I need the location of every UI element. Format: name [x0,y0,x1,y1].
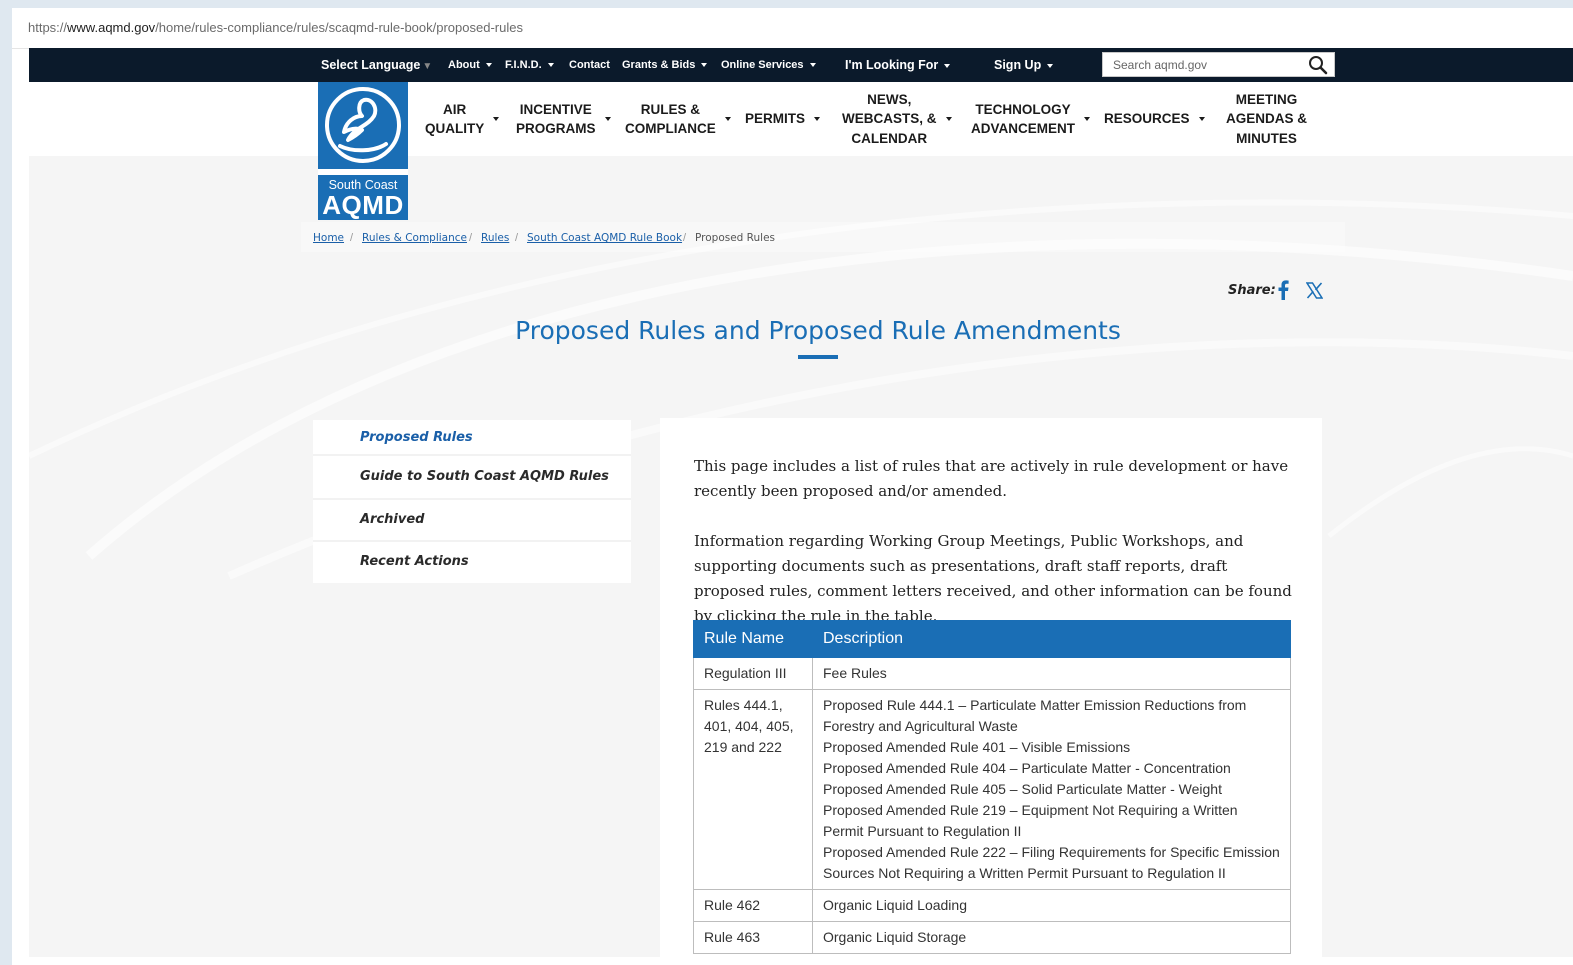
table-row[interactable]: Rule 463 Organic Liquid Storage [693,921,1291,954]
dropdown-arrow-icon: ▼ [422,61,433,72]
breadcrumb-current: Proposed Rules [695,232,776,244]
url-text[interactable]: https://www.aqmd.gov/home/rules-complian… [28,20,523,35]
nav-technology-advancement[interactable]: TECHNOLOGY ADVANCEMENT [971,82,1090,156]
select-language[interactable]: Select Language ▼ [321,48,432,82]
chevron-down-icon [547,63,554,68]
rule-name-cell[interactable]: Rules 444.1, 401, 404, 405, 219 and 222 [693,689,813,890]
topbar-find[interactable]: F.I.N.D. [505,48,554,82]
address-bar[interactable]: https://www.aqmd.gov/home/rules-complian… [12,8,1573,49]
intro-paragraph-2: Information regarding Working Group Meet… [694,532,1292,625]
chevron-down-icon [1084,117,1090,121]
logo-line2: AQMD [322,190,404,220]
chevron-down-icon [1047,63,1054,68]
breadcrumb-rules-compliance[interactable]: Rules & Compliance [362,232,467,244]
topbar-sign-up[interactable]: Sign Up [994,48,1054,82]
breadcrumb-rules[interactable]: Rules [481,232,509,244]
facebook-icon[interactable] [1276,280,1290,305]
site-logo[interactable]: South Coast AQMD [318,82,408,220]
chevron-down-icon [724,117,731,121]
nav-news-webcasts-calendar[interactable]: NEWS, WEBCASTS, & CALENDAR [842,82,952,156]
topbar-grants[interactable]: Grants & Bids [622,48,708,82]
dove-logo-icon [318,82,408,169]
chevron-down-icon [945,117,952,121]
intro-paragraph-1: This page includes a list of rules that … [694,457,1289,500]
nav-permits[interactable]: PERMITS [745,82,821,156]
sidenav-recent-actions[interactable]: Recent Actions [360,554,469,569]
chevron-down-icon [944,63,951,68]
rule-name-cell[interactable]: Regulation III [693,657,813,690]
title-underline [798,355,838,359]
chevron-down-icon [1198,117,1205,121]
nav-air-quality[interactable]: AIR QUALITY [425,82,500,156]
page-title: Proposed Rules and Proposed Rule Amendme… [515,316,1121,345]
main-panel: This page includes a list of rules that … [660,418,1322,958]
table-header-row: Rule Name Description [693,620,1291,658]
chevron-down-icon [604,117,611,121]
chevron-down-icon [701,63,708,68]
nav-rules-compliance[interactable]: RULES & COMPLIANCE [625,82,731,156]
sidenav-proposed-rules[interactable]: Proposed Rules [360,430,473,445]
chevron-down-icon [485,63,492,68]
site-search [1102,52,1335,77]
rule-name-cell[interactable]: Rule 463 [693,921,813,954]
chevron-down-icon [809,63,816,68]
header-rule-name: Rule Name [693,620,813,658]
share-label: Share: [1228,283,1276,298]
search-input[interactable] [1103,53,1313,76]
rule-name-cell[interactable]: Rule 462 [693,889,813,922]
nav-meeting-agendas-minutes[interactable]: MEETING AGENDAS & MINUTES [1226,82,1307,156]
chevron-down-icon [493,117,500,121]
search-icon[interactable] [1308,55,1328,80]
description-cell: Proposed Rule 444.1 – Particulate Matter… [812,689,1291,890]
topbar-looking-for[interactable]: I'm Looking For [845,48,951,82]
description-cell: Organic Liquid Storage [812,921,1291,954]
table-row[interactable]: Rule 462 Organic Liquid Loading [693,889,1291,922]
header-description: Description [812,620,1291,658]
topbar-contact[interactable]: Contact [569,48,610,82]
chevron-down-icon [814,117,821,121]
table-row[interactable]: Rules 444.1, 401, 404, 405, 219 and 222 … [693,689,1291,890]
nav-incentive-programs[interactable]: INCENTIVE PROGRAMS [516,82,611,156]
description-cell: Organic Liquid Loading [812,889,1291,922]
breadcrumb-rule-book[interactable]: South Coast AQMD Rule Book [527,232,682,244]
browser-window: https://www.aqmd.gov/home/rules-complian… [12,8,1573,965]
side-nav: Proposed Rules Guide to South Coast AQMD… [313,420,631,583]
utility-bar: Select Language ▼ About F.I.N.D. Contact … [29,48,1573,82]
topbar-online-services[interactable]: Online Services [721,48,816,82]
table-row[interactable]: Regulation III Fee Rules [693,657,1291,690]
proposed-rules-table: Rule Name Description Regulation III Fee… [693,620,1291,954]
sidenav-archived[interactable]: Archived [360,512,425,527]
x-icon[interactable] [1305,282,1324,304]
breadcrumb-home[interactable]: Home [313,232,344,244]
nav-resources[interactable]: RESOURCES [1104,82,1205,156]
description-cell: Fee Rules [812,657,1291,690]
sidenav-guide[interactable]: Guide to South Coast AQMD Rules [360,469,609,484]
topbar-about[interactable]: About [448,48,492,82]
